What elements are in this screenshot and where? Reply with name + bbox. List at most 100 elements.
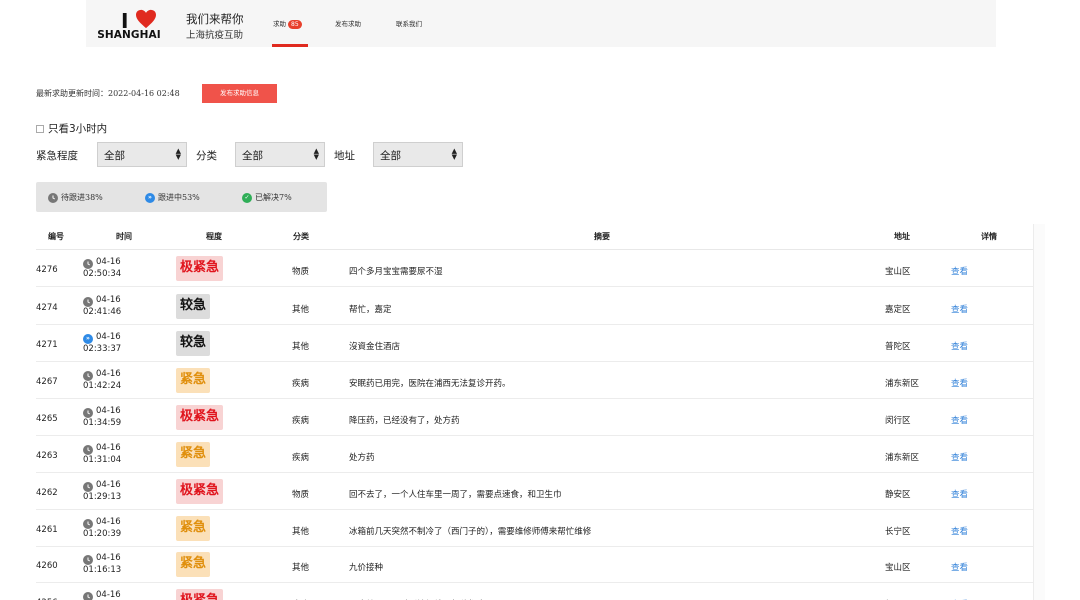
column-header-id: 编号 bbox=[48, 232, 64, 241]
view-detail-link[interactable]: 查看 bbox=[951, 265, 968, 277]
row-clock-time: 01:34:59 bbox=[83, 418, 122, 428]
heart-icon bbox=[136, 9, 156, 29]
row-date: 04-16 bbox=[96, 295, 121, 305]
view-detail-link[interactable]: 查看 bbox=[951, 525, 968, 537]
row-summary: 冰箱前几天突然不制冷了（西门子的），需要维修师傅来帮忙维修 bbox=[349, 527, 592, 537]
urgency-badge: 较急 bbox=[176, 294, 211, 319]
urgency-badge: 较急 bbox=[176, 331, 211, 356]
table-row: 4262 04-16 01:29:13 极紧急 物质 回不去了，一个人住车里一周了，需要点… bbox=[36, 473, 1033, 510]
row-address: 嘉定区 bbox=[885, 305, 911, 315]
row-clock-time: 01:42:24 bbox=[83, 381, 122, 391]
row-address: 宝山区 bbox=[885, 563, 911, 573]
row-category: 物质 bbox=[292, 267, 310, 277]
view-detail-link[interactable]: 查看 bbox=[951, 414, 968, 426]
column-header-category: 分类 bbox=[293, 232, 309, 241]
row-address: 宝山区 bbox=[885, 267, 911, 277]
row-category: 疾病 bbox=[292, 416, 310, 426]
urgency-select-value: 全部 bbox=[104, 150, 125, 162]
row-date: 04-16 bbox=[96, 480, 121, 490]
column-header-detail: 详情 bbox=[981, 232, 997, 241]
view-detail-link[interactable]: 查看 bbox=[951, 377, 968, 389]
urgency-badge: 紧急 bbox=[176, 516, 211, 541]
nav-help-label: 求助 bbox=[273, 20, 286, 28]
row-id: 4261 bbox=[36, 525, 58, 535]
status-pending-label: 待跟进38% bbox=[61, 193, 103, 202]
row-time: 04-16 02:50:34 bbox=[83, 257, 121, 280]
urgency-badge: 极紧急 bbox=[176, 405, 224, 430]
row-address: 普陀区 bbox=[885, 342, 911, 352]
nav-help[interactable]: 求助 85 bbox=[273, 18, 302, 29]
nav-publish[interactable]: 发布求助 bbox=[335, 18, 361, 28]
logo-word: SHANGHAI bbox=[97, 29, 161, 41]
clock-icon bbox=[83, 259, 93, 269]
row-summary: 九价接种 bbox=[349, 563, 384, 573]
row-category: 疾病 bbox=[292, 453, 310, 463]
row-time: 04-16 bbox=[83, 590, 121, 600]
column-header-level: 程度 bbox=[206, 232, 222, 241]
row-time: 04-16 01:42:24 bbox=[83, 369, 121, 392]
row-id: 4260 bbox=[36, 561, 58, 571]
nav-help-count-badge: 85 bbox=[288, 19, 302, 29]
row-summary: 沒資金住酒店 bbox=[349, 342, 401, 352]
table-row: 4263 04-16 01:31:04 紧急 疾病 处方药 浦东新区 查看 bbox=[36, 436, 1033, 473]
publish-help-button[interactable]: 发布求助信息 bbox=[202, 84, 277, 103]
row-category: 其他 bbox=[292, 563, 310, 573]
urgency-filter-label: 紧急程度 bbox=[36, 150, 78, 162]
clock-icon bbox=[83, 297, 93, 307]
clock-icon bbox=[83, 482, 93, 492]
row-clock-time: 01:29:13 bbox=[83, 492, 122, 502]
row-date: 04-16 bbox=[96, 590, 121, 600]
brand-title: 我们来帮你 bbox=[186, 12, 244, 26]
view-detail-link[interactable]: 查看 bbox=[951, 303, 968, 315]
status-following-label: 跟进中53% bbox=[158, 193, 200, 202]
view-detail-link[interactable]: 查看 bbox=[951, 340, 968, 352]
row-date: 04-16 bbox=[96, 369, 121, 379]
table-row: 4260 04-16 01:16:13 紧急 其他 九价接种 宝山区 查看 bbox=[36, 546, 1033, 583]
i-love-shanghai-logo[interactable]: I SHANGHAI bbox=[96, 8, 162, 42]
row-time: 04-16 01:16:13 bbox=[83, 553, 121, 576]
row-time: » 04-16 02:33:37 bbox=[83, 332, 121, 355]
column-header-time: 时间 bbox=[116, 232, 132, 241]
row-id: 4267 bbox=[36, 377, 58, 387]
row-address: 浦东新区 bbox=[885, 379, 920, 389]
nav-contact[interactable]: 联系我们 bbox=[396, 18, 422, 28]
scrollbar-track[interactable] bbox=[1033, 224, 1045, 600]
category-select[interactable]: 全部 ▲ ▼ bbox=[235, 142, 325, 167]
row-address: 闵行区 bbox=[885, 416, 911, 426]
row-summary: 处方药 bbox=[349, 453, 375, 463]
double-chevron-icon: » bbox=[83, 334, 93, 344]
row-date: 04-16 bbox=[96, 553, 121, 563]
row-id: 4262 bbox=[36, 488, 58, 498]
row-date: 04-16 bbox=[96, 257, 121, 267]
nav-active-underline bbox=[272, 44, 308, 47]
row-date: 04-16 bbox=[96, 332, 121, 342]
urgency-badge: 极紧急 bbox=[176, 589, 224, 600]
column-header-address: 地址 bbox=[894, 232, 910, 241]
row-date: 04-16 bbox=[96, 517, 121, 527]
status-following: » 跟进中53% bbox=[145, 192, 200, 203]
row-time: 04-16 01:20:39 bbox=[83, 517, 121, 540]
column-header-summary: 摘要 bbox=[594, 232, 610, 241]
urgency-select[interactable]: 全部 ▲ ▼ bbox=[97, 142, 187, 167]
row-time: 04-16 01:29:13 bbox=[83, 480, 121, 503]
view-detail-link[interactable]: 查看 bbox=[951, 561, 968, 573]
only-3h-filter[interactable]: 只看3小时内 bbox=[36, 121, 107, 136]
table-row: 4267 04-16 01:42:24 紧急 疾病 安眠药已用完，医院在浦西无法复诊开药。… bbox=[36, 362, 1033, 399]
clock-icon bbox=[83, 445, 93, 455]
row-date: 04-16 bbox=[96, 443, 121, 453]
clock-icon bbox=[83, 592, 93, 600]
row-address: 浦东新区 bbox=[885, 453, 920, 463]
row-summary: 降压药，已经没有了，处方药 bbox=[349, 416, 460, 426]
view-detail-link[interactable]: 查看 bbox=[951, 488, 968, 500]
select-arrows-icon: ▲ ▼ bbox=[451, 147, 457, 161]
table-row: 4271 » 04-16 02:33:37 较急 其他 沒資金住酒店 普陀区 查看 bbox=[36, 325, 1033, 362]
row-time: 04-16 01:31:04 bbox=[83, 443, 121, 466]
row-category: 其他 bbox=[292, 527, 310, 537]
urgency-badge: 紧急 bbox=[176, 442, 211, 467]
top-header: I SHANGHAI 我们来帮你 上海抗疫互助 求助 85 发布求助 联系我们 bbox=[86, 0, 996, 47]
view-detail-link[interactable]: 查看 bbox=[951, 451, 968, 463]
table-row: 4265 04-16 01:34:59 极紧急 疾病 降压药，已经没有了，处方药 闵行区 查看 bbox=[36, 399, 1033, 436]
row-time: 04-16 01:34:59 bbox=[83, 406, 121, 429]
only-3h-checkbox[interactable] bbox=[36, 124, 44, 133]
address-select[interactable]: 全部 ▲ ▼ bbox=[373, 142, 463, 167]
